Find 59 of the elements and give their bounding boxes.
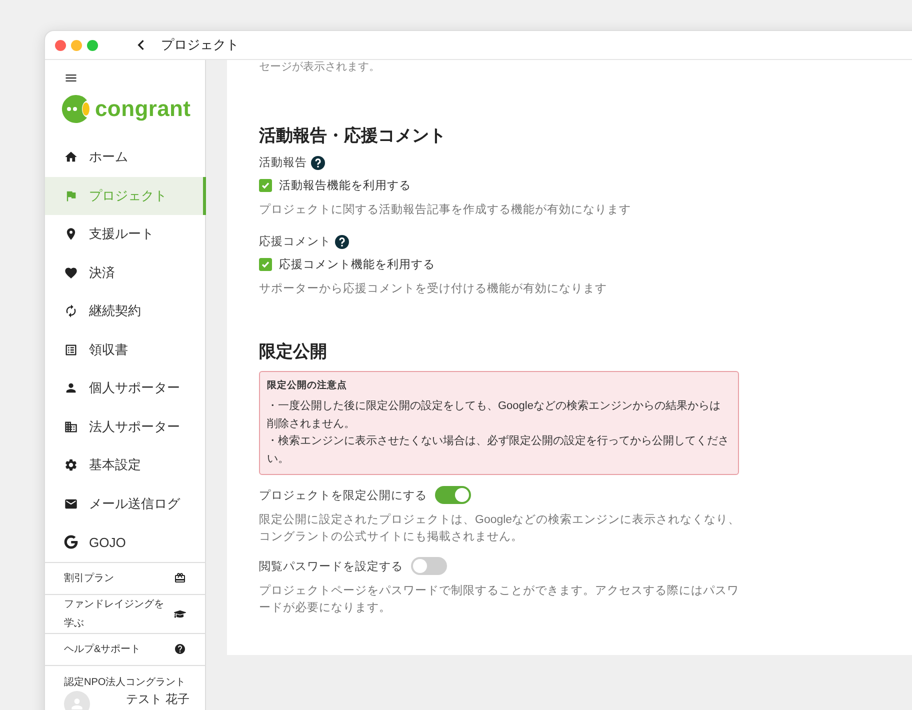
section-title: 限定公開 — [259, 341, 328, 363]
sidebar-item[interactable]: ホーム — [45, 138, 206, 176]
location-pin-icon — [64, 227, 78, 242]
description-text: プロジェクトに関する活動報告記事を作成する機能が有効になります — [259, 202, 632, 218]
sidebar-item[interactable]: GOJO — [45, 523, 206, 562]
notice-text: ・一度公開した後に限定公開の設定をしても、Googleなどの検索エンジンからの結果からは削除されません。 — [267, 398, 722, 432]
home-icon — [64, 150, 78, 164]
window-title: プロジェクト — [161, 36, 239, 54]
help-icon[interactable] — [335, 234, 349, 248]
user-name: テスト 花子 — [126, 692, 190, 706]
checkbox-label[interactable]: 応援コメント機能を利用する — [279, 257, 435, 272]
field-label: 応援コメント — [259, 234, 331, 249]
organization-name: 認定NPO法人コングラント — [64, 676, 187, 688]
sidebar-item[interactable]: 領収書 — [45, 330, 206, 369]
sidebar-item[interactable]: 個人サポーター — [45, 369, 206, 408]
notice-text: ・検索エンジンに表示させたくない場合は、必ず限定公開の設定を行ってから公開してください。 — [267, 434, 730, 466]
sidebar-link[interactable]: ファンドレイジングを学ぶ — [45, 594, 205, 632]
help-icon[interactable] — [311, 156, 325, 170]
graduation-cap-icon — [174, 608, 186, 620]
sidebar-item[interactable]: 法人サポーター — [45, 408, 206, 446]
logo-icon — [61, 94, 91, 124]
check-icon — [261, 181, 270, 190]
mail-icon — [64, 496, 78, 511]
description-text: セージが表示されます。 — [259, 60, 381, 74]
heart-icon — [64, 266, 78, 280]
maximize-dot[interactable] — [87, 40, 98, 50]
logo-text: congrant — [95, 96, 191, 122]
sidebar-item[interactable]: 支援ルート — [45, 215, 206, 254]
toggle-label: プロジェクトを限定公開にする — [259, 488, 427, 502]
checkbox-label[interactable]: 活動報告機能を利用する — [279, 178, 411, 193]
minimize-dot[interactable] — [71, 40, 82, 50]
description-text: プロジェクトページをパスワードで制限することができます。アクセスする際にはパスワードが必要になります。 — [259, 583, 740, 616]
toggle-switch[interactable] — [411, 557, 447, 575]
sidebar-link[interactable]: 割引プラン — [45, 562, 205, 594]
gift-card-icon — [174, 572, 186, 584]
sidebar-item[interactable]: 継続契約 — [45, 292, 206, 330]
sidebar-item[interactable]: 基本設定 — [45, 446, 206, 484]
description-text: 限定公開に設定されたプロジェクトは、Googleなどの検索エンジンに表示されなくなり、コングラントの公式サイトにも掲載されません。 — [259, 512, 742, 545]
check-icon — [261, 260, 270, 269]
checkbox[interactable] — [259, 258, 272, 271]
section-title: 活動報告・応援コメント — [259, 125, 447, 147]
letter-g-icon — [64, 535, 78, 550]
flag-icon — [64, 188, 78, 203]
checkbox[interactable] — [259, 179, 272, 192]
help-icon — [174, 643, 186, 655]
sidebar-link[interactable]: ヘルプ&サポート — [45, 632, 205, 664]
field-label: 活動報告 — [259, 156, 307, 170]
description-text: サポーターから応援コメントを受け付ける機能が有効になります — [259, 281, 608, 297]
toggle-label: 閲覧パスワードを設定する — [259, 560, 403, 574]
toggle-switch[interactable] — [435, 486, 471, 504]
settings-icon — [64, 458, 78, 472]
notice-title: 限定公開の注意点 — [267, 379, 348, 392]
close-dot[interactable] — [55, 40, 66, 50]
sidebar-item[interactable]: メール送信ログ — [45, 484, 206, 523]
sync-icon — [64, 304, 78, 318]
list-icon — [64, 342, 78, 357]
person-icon — [64, 381, 78, 396]
sidebar-item[interactable]: 決済 — [45, 254, 206, 292]
building-icon — [64, 420, 78, 434]
